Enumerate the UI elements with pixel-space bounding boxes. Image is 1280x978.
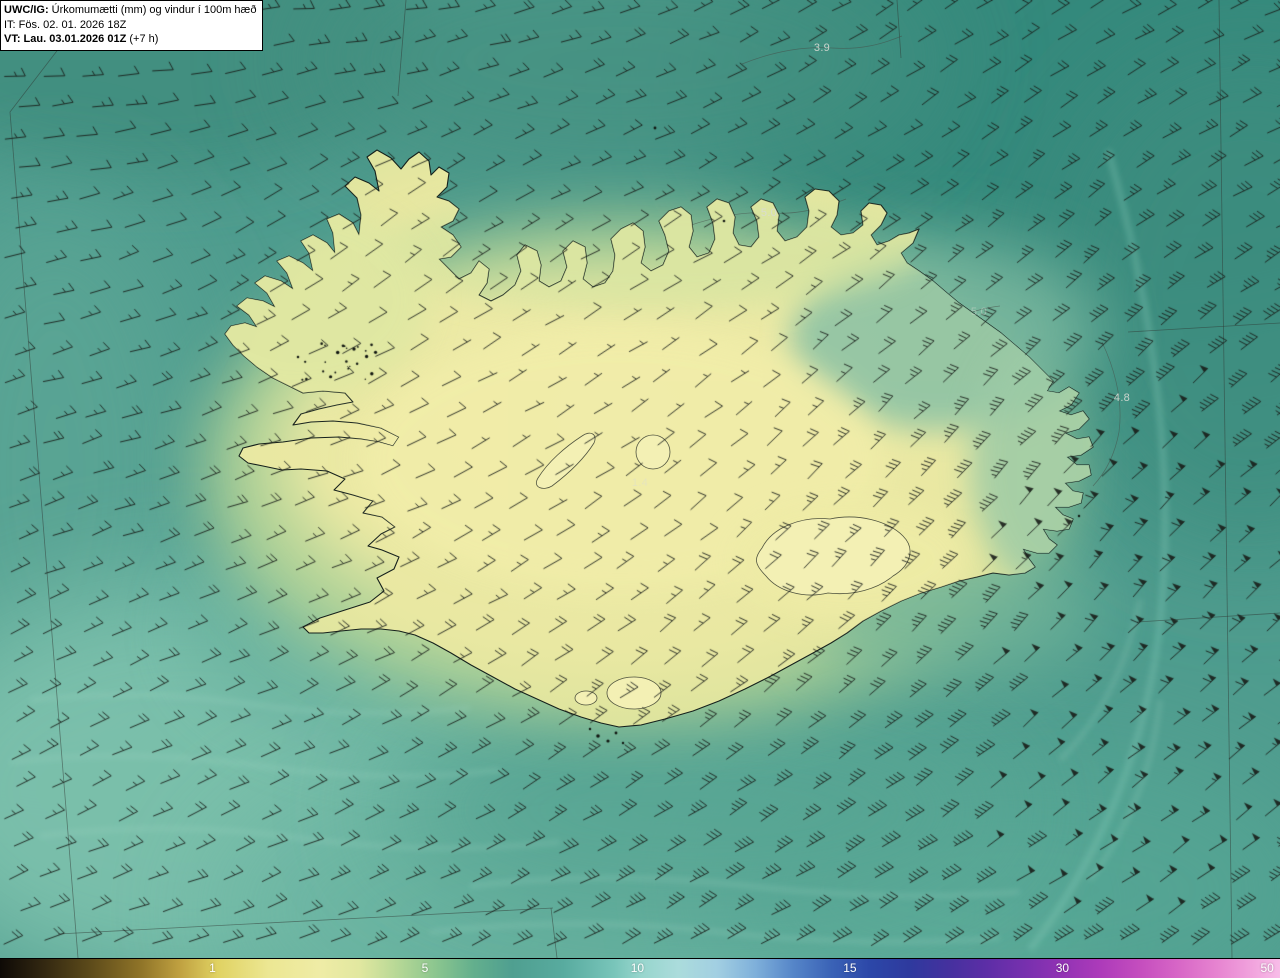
colorbar-tick: 15: [843, 961, 857, 975]
init-time: IT: Fös. 02. 01. 2026 18Z: [4, 18, 127, 31]
title-box: UWC/IG: Úrkomumætti (mm) og vindur í 100…: [0, 0, 264, 51]
map-title: Úrkomumætti (mm) og vindur í 100m hæð: [48, 4, 257, 16]
colorbar-tick: 5: [421, 961, 429, 975]
colorbar-tick: 1: [209, 961, 216, 975]
colorbar-tick: 50: [1260, 961, 1274, 975]
weather-map-app: 3.9 5.0 5.0 4.8 1.4 UWC/IG: Úrkomumætti (mm)…: [0, 0, 1280, 978]
colorbar-tick: 30: [1055, 961, 1070, 975]
colorbar: 1 5 10 15 30 50: [0, 958, 1280, 978]
valid-time: VT: Lau. 03.01.2026 01Z: [4, 33, 127, 46]
colorbar-tick: 10: [630, 961, 645, 975]
map-title-line: UWC/IG: Úrkomumætti (mm) og vindur í 100…: [4, 3, 256, 18]
model-label: UWC/IG:: [4, 4, 49, 16]
wind-barb-layer: [0, 0, 1280, 958]
valid-time-offset: (+7 h): [126, 33, 159, 46]
valid-time-line: VT: Lau. 03.01.2026 01Z (+7 h): [4, 32, 256, 47]
